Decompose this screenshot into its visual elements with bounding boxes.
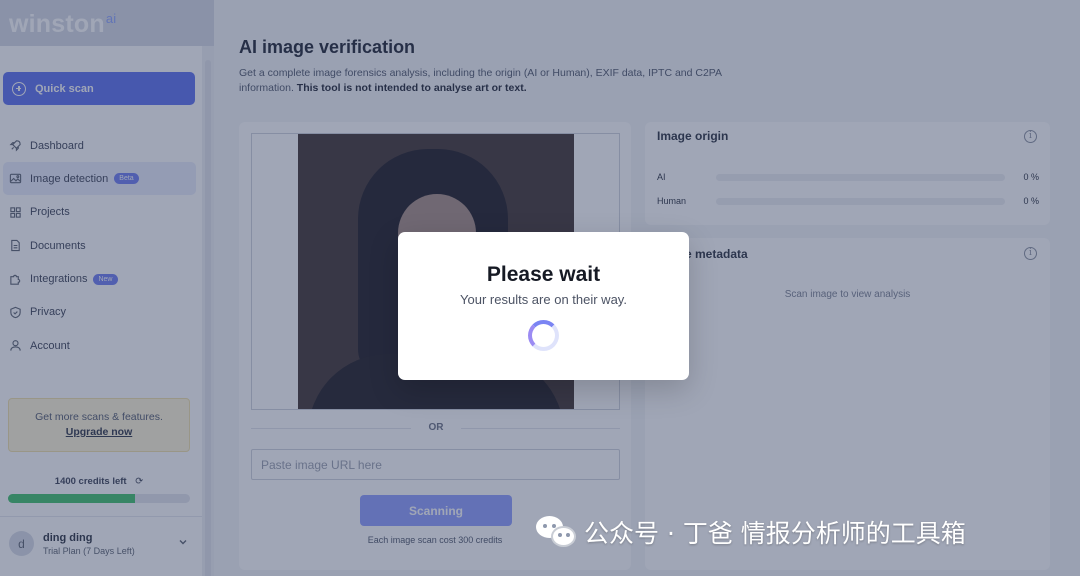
wechat-logo-icon <box>536 514 578 550</box>
modal-title: Please wait <box>486 263 601 286</box>
loading-modal: Please wait Your results are on their wa… <box>398 232 689 380</box>
modal-subtitle: Your results are on their way. <box>460 292 627 307</box>
watermark-text: 公众号 · 丁爸 情报分析师的工具箱 <box>584 519 966 548</box>
loading-spinner-icon <box>528 320 559 351</box>
watermark: 公众号 · 丁爸 情报分析师的工具箱 <box>536 513 966 551</box>
